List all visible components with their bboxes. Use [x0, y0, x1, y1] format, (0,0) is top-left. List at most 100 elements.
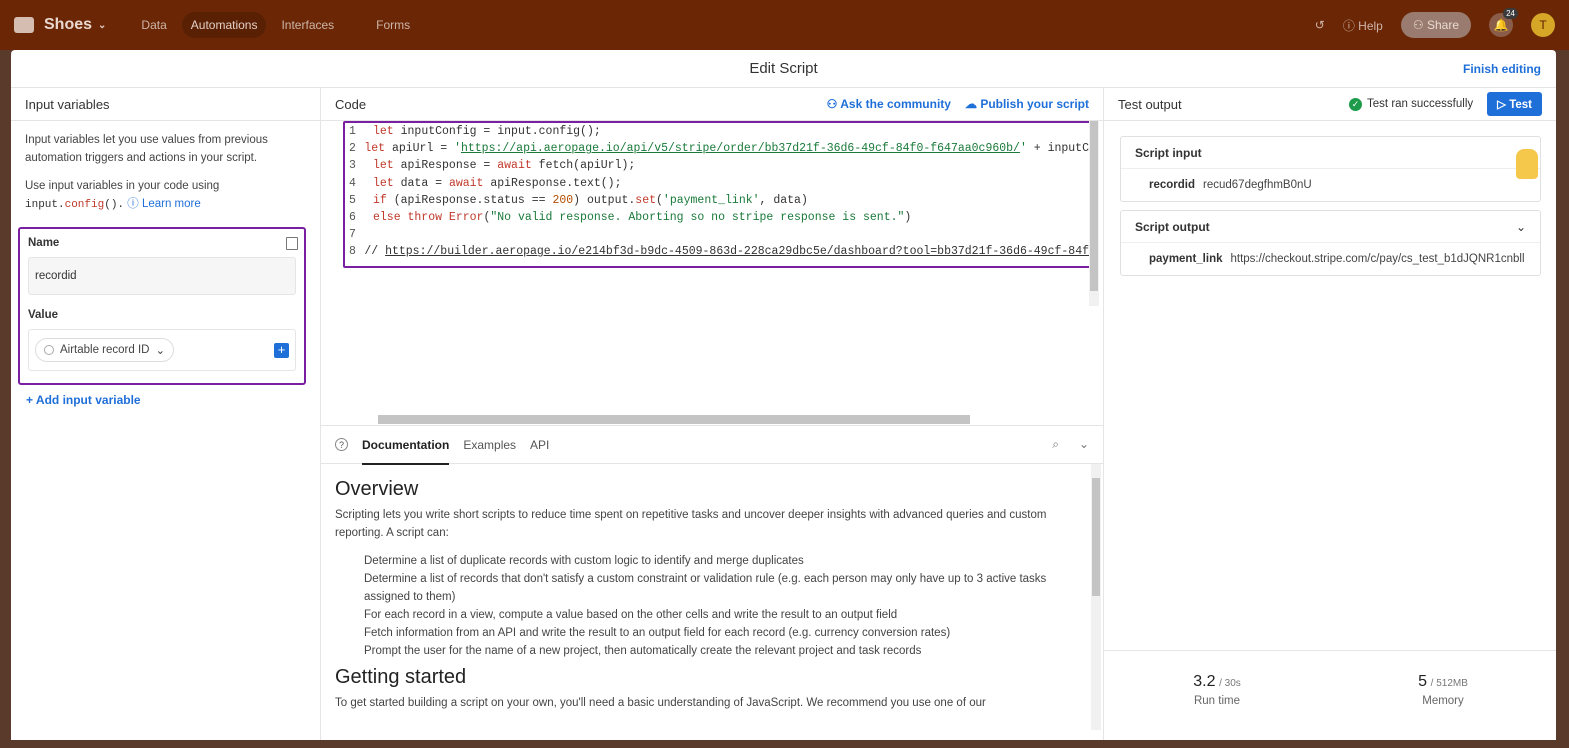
line-number: 7 [349, 228, 356, 242]
test-status: ✓ Test ran successfully [1349, 97, 1474, 111]
publish-script-link[interactable]: ☁ Publish your script [965, 97, 1089, 111]
memory-limit: / 512MB [1430, 678, 1468, 689]
nav-forms[interactable]: Forms [367, 12, 419, 38]
overview-heading: Overview [335, 478, 419, 500]
modal-title: Edit Script [749, 60, 818, 77]
list-item: For each record in a view, compute a val… [364, 609, 898, 621]
test-output-title: Test output [1118, 96, 1182, 112]
script-input-row: recordid recud67degfhmB0nU [1121, 169, 1540, 201]
learn-more-label: Learn more [141, 198, 201, 210]
list-item: Determine a list of duplicate records wi… [364, 555, 804, 567]
memory-stat: 5 / 512MB Memory [1330, 651, 1556, 740]
insert-value-button[interactable]: + [274, 342, 289, 358]
code-line: 4 let data = await apiResponse.text(); [345, 175, 1089, 192]
code-line: 1 let inputConfig = input.config(); [345, 123, 1089, 140]
tab-api[interactable]: API [530, 438, 549, 452]
line-number: 8 [349, 245, 356, 259]
chevron-down-icon: ⌄ [155, 345, 166, 357]
value-token[interactable]: Airtable record ID ⌄ [35, 338, 175, 362]
nav-data[interactable]: Data [132, 12, 175, 38]
name-label: Name [28, 237, 60, 249]
code-line: 7 [345, 226, 1089, 243]
script-input-title: Script input [1121, 137, 1540, 169]
run-stats: 3.2 / 30s Run time 5 / 512MB Memory [1104, 650, 1556, 740]
memory-value: 5 [1418, 673, 1428, 690]
base-switcher[interactable]: Shoes ⌄ [14, 16, 106, 34]
editor-vertical-scrollbar[interactable] [1089, 121, 1099, 306]
input-variables-description: Input variables let you use values from … [25, 134, 268, 164]
list-item: Determine a list of records that don't s… [364, 573, 1047, 603]
variable-name-field[interactable]: recordid [28, 257, 296, 295]
avatar[interactable]: T [1531, 13, 1555, 37]
help-circle-icon: ⓘ [127, 198, 139, 210]
chevron-down-icon[interactable]: ⌄ [1079, 437, 1089, 452]
script-output-title: Script output [1135, 219, 1210, 234]
runtime-label: Run time [1193, 695, 1241, 707]
output-value: https://checkout.stripe.com/c/pay/cs_tes… [1230, 253, 1525, 265]
line-number: 1 [349, 125, 356, 138]
test-button-label: Test [1509, 99, 1532, 111]
history-icon[interactable]: ↺ [1315, 18, 1325, 32]
input-variables-title: Input variables [11, 88, 320, 121]
modal-header: Edit Script Finish editing [11, 50, 1556, 88]
input-variables-panel: Input variables Input variables let you … [11, 88, 321, 740]
getting-started-paragraph: To get started building a script on your… [335, 697, 986, 709]
base-icon [14, 17, 34, 33]
share-button[interactable]: ⚇ Share [1400, 12, 1471, 38]
test-output-panel: Test output ✓ Test ran successfully ▷ Tes… [1104, 88, 1556, 740]
help-label: Help [1358, 18, 1383, 33]
runtime-limit: / 30s [1219, 678, 1241, 689]
tab-documentation[interactable]: Documentation [362, 438, 450, 465]
runtime-value: 3.2 [1193, 673, 1216, 690]
nav-automations[interactable]: Automations [181, 12, 267, 38]
code-line: 5 if (apiResponse.status == 200) output.s… [345, 192, 1089, 209]
question-icon: ? [335, 438, 348, 451]
top-nav: Data Automations Interfaces Forms [132, 12, 419, 38]
code-line: 3 let apiResponse = await fetch(apiUrl); [345, 157, 1089, 174]
docs-tabbar: ? Documentation Examples API ⌕ ⌄ [321, 425, 1103, 465]
notification-count: 24 [1503, 8, 1518, 19]
line-number: 5 [349, 193, 356, 207]
edit-script-modal: Edit Script Finish editing Input variabl… [11, 50, 1556, 740]
capabilities-list: Determine a list of duplicate records wi… [364, 552, 1075, 660]
add-input-variable-button[interactable]: + Add input variable [26, 393, 141, 407]
code-line: 8// https://builder.aeropage.io/e214bf3d… [345, 243, 1089, 260]
docs-scrollbar[interactable] [1091, 464, 1101, 730]
script-output-header[interactable]: Script output ⌄ [1121, 211, 1540, 243]
search-icon[interactable]: ⌕ [1052, 437, 1059, 452]
share-label: Share [1426, 18, 1459, 32]
editor-horizontal-scrollbar[interactable] [378, 415, 970, 424]
help-button[interactable]: ⓘ Help [1343, 17, 1383, 34]
usage-text: Use input variables in your code using [25, 180, 220, 192]
code-config: config [64, 199, 105, 211]
ask-community-link[interactable]: ⚇ Ask the community [827, 97, 951, 111]
code-input: input. [25, 199, 65, 211]
test-button[interactable]: ▷ Test [1487, 92, 1542, 116]
test-status-label: Test ran successfully [1367, 98, 1474, 110]
bell-icon: 🔔 [1493, 18, 1509, 32]
documentation-content: Overview Scripting lets you write short … [335, 476, 1075, 712]
input-value: recud67degfhmB0nU [1203, 179, 1312, 191]
script-output-row: payment_link https://checkout.stripe.com/… [1121, 243, 1540, 275]
input-config-code: input.config(). [25, 199, 124, 211]
code-panel: Code ⚇ Ask the community ☁ Publish your … [321, 88, 1104, 740]
code-editor[interactable]: 1 let inputConfig = input.config(); 2 let … [343, 121, 1091, 268]
learn-more-link[interactable]: ⓘ Learn more [127, 198, 201, 210]
runtime-stat: 3.2 / 30s Run time [1104, 651, 1330, 740]
notifications-button[interactable]: 🔔 24 [1489, 8, 1518, 37]
script-output-card: Script output ⌄ payment_link https://check… [1120, 210, 1541, 276]
share-icon: ⚇ [1412, 18, 1424, 32]
people-icon: ⚇ [826, 97, 838, 111]
add-input-variable-label: Add input variable [35, 393, 141, 407]
code-parens: (). [104, 199, 125, 211]
input-key: recordid [1149, 179, 1196, 191]
line-number: 3 [349, 159, 356, 173]
pointer-hand-icon [1516, 149, 1538, 179]
list-item: Prompt the user for the name of a new pr… [364, 645, 922, 657]
nav-interfaces[interactable]: Interfaces [272, 12, 343, 38]
script-input-card: Script input recordid recud67degfhmB0nU [1120, 136, 1541, 202]
tab-examples[interactable]: Examples [463, 438, 516, 452]
finish-editing-button[interactable]: Finish editing [1463, 62, 1541, 76]
trash-icon[interactable] [286, 237, 298, 250]
chevron-down-icon: ⌄ [98, 19, 107, 31]
